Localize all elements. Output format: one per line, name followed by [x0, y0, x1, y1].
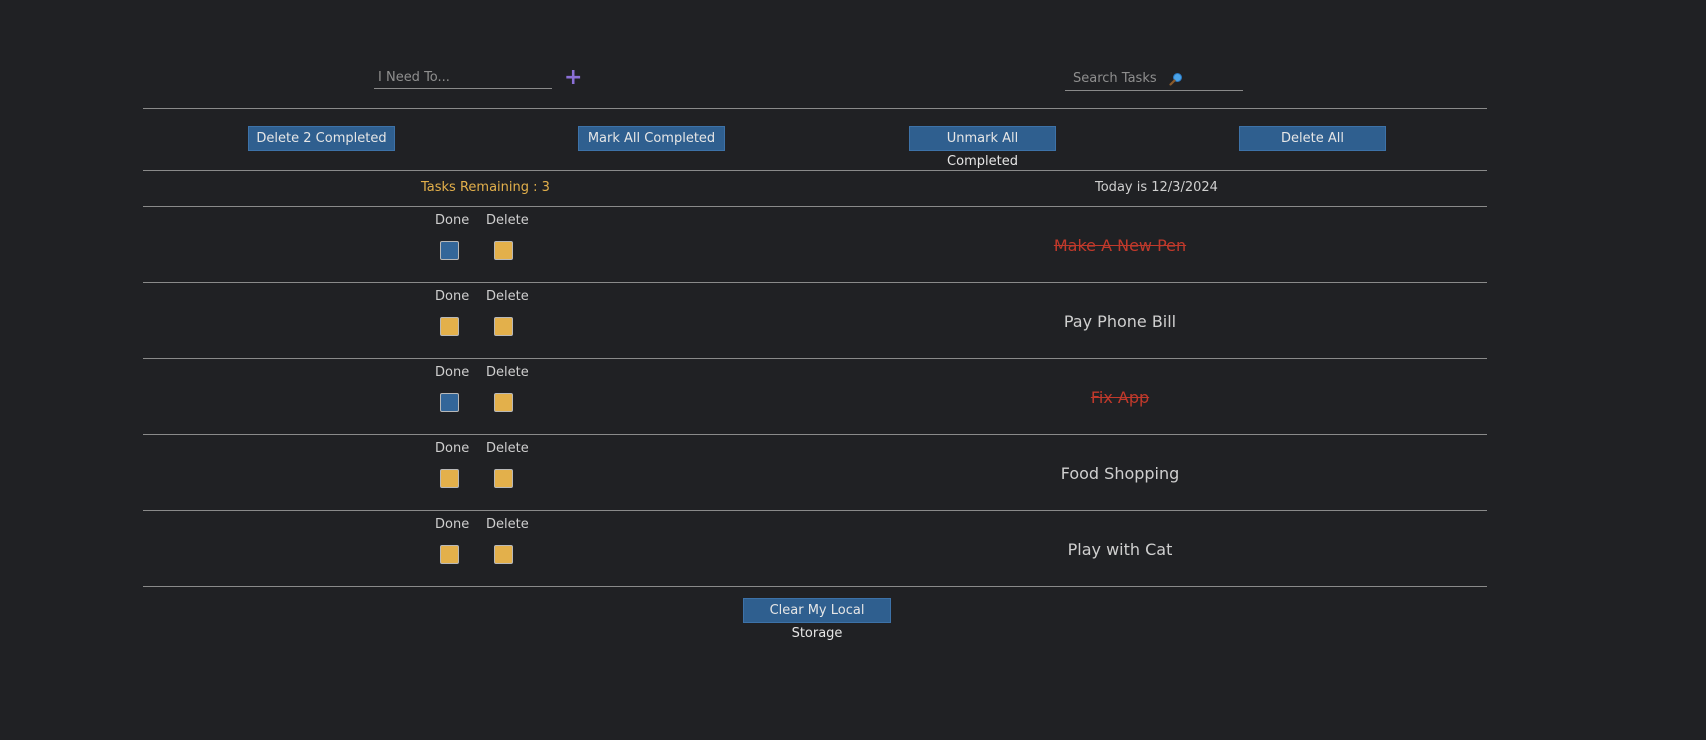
task-text: Fix App	[1090, 388, 1150, 407]
add-task-group: +	[374, 67, 582, 89]
delete-task-button[interactable]	[494, 545, 513, 564]
task-text: Pay Phone Bill	[1063, 312, 1177, 331]
done-label: Done	[435, 365, 470, 380]
tasks-remaining: Tasks Remaining : 3	[421, 180, 550, 195]
done-checkbox[interactable]	[440, 317, 459, 336]
done-checkbox[interactable]	[440, 241, 459, 260]
unmark-all-completed-button[interactable]: Unmark All Completed	[909, 126, 1056, 169]
delete-task-button[interactable]	[494, 317, 513, 336]
today-date: Today is 12/3/2024	[1095, 180, 1218, 195]
done-label: Done	[435, 517, 470, 532]
delete-all-button[interactable]: Delete All	[1239, 126, 1386, 151]
search-icon	[1169, 72, 1183, 86]
task-list: Done Delete Make A New Pen Done Delete P…	[143, 207, 1487, 587]
search-group	[1065, 67, 1243, 91]
done-label: Done	[435, 213, 470, 228]
delete-label: Delete	[486, 517, 529, 532]
todo-app: + Delete 2 Completed Mark All Completed …	[143, 0, 1487, 641]
done-label: Done	[435, 289, 470, 304]
task-row: Done Delete Food Shopping	[143, 435, 1487, 511]
done-label: Done	[435, 441, 470, 456]
done-checkbox[interactable]	[440, 545, 459, 564]
task-text: Play with Cat	[1067, 540, 1173, 559]
task-row: Done Delete Fix App	[143, 359, 1487, 435]
status-bar: Tasks Remaining : 3 Today is 12/3/2024	[143, 171, 1487, 207]
footer: Clear My Local Storage	[143, 587, 1487, 641]
delete-completed-button[interactable]: Delete 2 Completed	[248, 126, 395, 151]
task-row: Done Delete Make A New Pen	[143, 207, 1487, 283]
new-task-input[interactable]	[374, 67, 552, 89]
task-text: Make A New Pen	[1053, 236, 1187, 255]
delete-label: Delete	[486, 441, 529, 456]
search-input[interactable]	[1065, 67, 1165, 90]
task-row: Done Delete Pay Phone Bill	[143, 283, 1487, 359]
plus-icon[interactable]: +	[564, 67, 582, 89]
bulk-actions: Delete 2 Completed Mark All Completed Un…	[143, 109, 1487, 171]
top-bar: +	[143, 0, 1487, 109]
mark-all-completed-button[interactable]: Mark All Completed	[578, 126, 725, 151]
done-checkbox[interactable]	[440, 469, 459, 488]
task-text: Food Shopping	[1060, 464, 1180, 483]
delete-task-button[interactable]	[494, 393, 513, 412]
delete-label: Delete	[486, 213, 529, 228]
delete-task-button[interactable]	[494, 469, 513, 488]
delete-label: Delete	[486, 289, 529, 304]
task-row: Done Delete Play with Cat	[143, 511, 1487, 587]
delete-label: Delete	[486, 365, 529, 380]
clear-local-storage-button[interactable]: Clear My Local Storage	[743, 598, 891, 641]
done-checkbox[interactable]	[440, 393, 459, 412]
delete-task-button[interactable]	[494, 241, 513, 260]
